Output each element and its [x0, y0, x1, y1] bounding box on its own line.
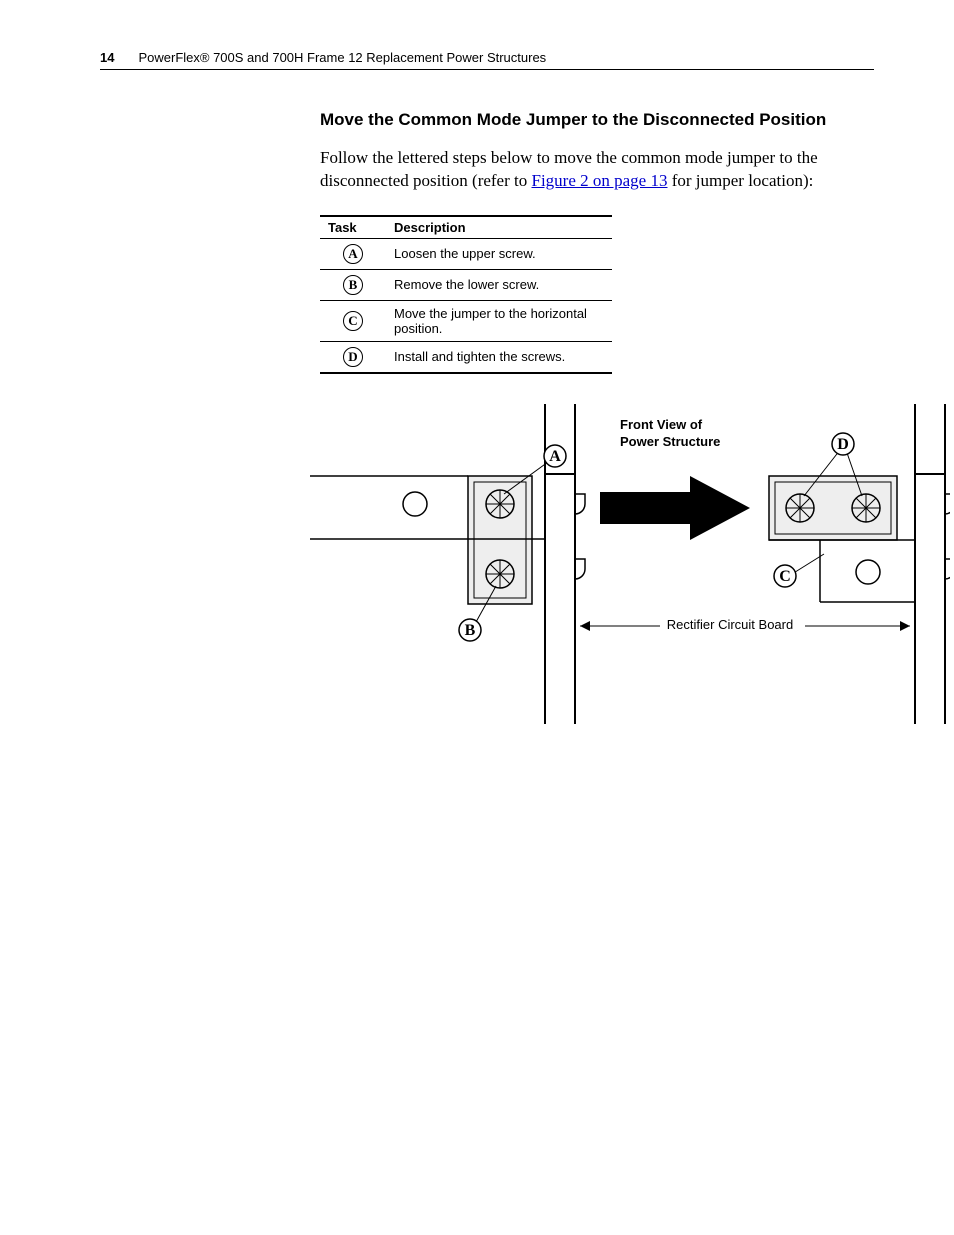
steps-table: Task Description A Loosen the upper scre…: [320, 215, 612, 374]
col-desc: Description: [386, 216, 612, 239]
task-badge: D: [343, 347, 363, 367]
power-structure-figure: Front View of Power Structure: [220, 404, 950, 724]
figure-label-D: D: [837, 436, 849, 453]
content-area: Move the Common Mode Jumper to the Disco…: [320, 110, 874, 374]
figure-wrap: Front View of Power Structure: [220, 404, 874, 724]
section-title: Move the Common Mode Jumper to the Disco…: [320, 110, 874, 130]
screw-icon: [852, 494, 880, 522]
intro-text-after: for jumper location):: [667, 171, 813, 190]
col-task: Task: [320, 216, 386, 239]
doc-title: PowerFlex® 700S and 700H Frame 12 Replac…: [138, 50, 546, 65]
figure-label-A: A: [549, 448, 561, 465]
figure-label-B: B: [465, 622, 476, 639]
desc-cell: Remove the lower screw.: [386, 269, 612, 300]
desc-cell: Loosen the upper screw.: [386, 238, 612, 269]
table-row: B Remove the lower screw.: [320, 269, 612, 300]
desc-cell: Move the jumper to the horizontal positi…: [386, 300, 612, 341]
screw-icon: [786, 494, 814, 522]
table-row: A Loosen the upper screw.: [320, 238, 612, 269]
table-row: C Move the jumper to the horizontal posi…: [320, 300, 612, 341]
page-number: 14: [100, 50, 114, 65]
figure-title-line2: Power Structure: [620, 434, 720, 449]
desc-cell: Install and tighten the screws.: [386, 341, 612, 373]
figure-caption: Rectifier Circuit Board: [667, 617, 793, 632]
task-cell: B: [320, 269, 386, 300]
running-header: 14 PowerFlex® 700S and 700H Frame 12 Rep…: [100, 50, 874, 70]
task-cell: C: [320, 300, 386, 341]
screw-icon: [486, 560, 514, 588]
task-badge: A: [343, 244, 363, 264]
figure-link[interactable]: Figure 2 on page 13: [532, 171, 668, 190]
task-badge: C: [343, 311, 363, 331]
intro-paragraph: Follow the lettered steps below to move …: [320, 147, 874, 193]
screw-icon: [486, 490, 514, 518]
task-cell: A: [320, 238, 386, 269]
task-badge: B: [343, 275, 363, 295]
task-cell: D: [320, 341, 386, 373]
figure-title-line1: Front View of: [620, 417, 703, 432]
figure-label-C: C: [779, 568, 791, 585]
page: 14 PowerFlex® 700S and 700H Frame 12 Rep…: [0, 0, 954, 774]
table-row: D Install and tighten the screws.: [320, 341, 612, 373]
